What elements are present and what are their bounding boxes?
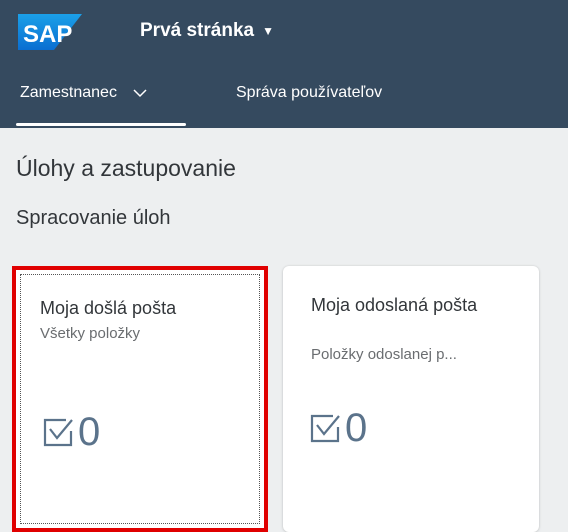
tile-value: 0 <box>345 406 368 450</box>
tile-inbox[interactable]: Moja došlá pošta Všetky položky 0 <box>12 266 268 532</box>
task-check-icon <box>43 418 73 447</box>
tab-label: Zamestnanec <box>20 84 117 101</box>
tab-bar: Zamestnanec Správa používateľov <box>0 62 568 128</box>
tile-title: Moja došlá pošta <box>40 298 177 318</box>
sap-logo-text: SAP <box>23 21 72 48</box>
tile-value: 0 <box>78 410 101 454</box>
page-title-menu[interactable]: Prvá stránka ▼ <box>140 20 274 42</box>
task-check-icon <box>310 414 340 443</box>
chevron-down-icon <box>133 89 147 98</box>
page-title: Prvá stránka <box>140 20 255 41</box>
tile-title: Moja odoslaná pošta <box>311 295 478 315</box>
tile-subtitle: Položky odoslanej p... <box>311 346 457 363</box>
tab-zamestnanec[interactable]: Zamestnanec <box>20 84 149 102</box>
tab-label: Správa používateľov <box>236 84 383 101</box>
sap-logo[interactable]: SAP <box>18 14 82 50</box>
caret-down-icon: ▼ <box>262 24 274 38</box>
selected-tab-indicator <box>16 123 186 126</box>
shell-header: SAP Prvá stránka ▼ <box>0 0 568 62</box>
tile-kpi: 0 <box>40 410 100 454</box>
tile-kpi: 0 <box>307 406 367 450</box>
section-title: Úlohy a zastupovanie <box>16 155 236 181</box>
tab-sprava-pouzivatelov[interactable]: Správa používateľov <box>236 84 382 102</box>
tile-sent[interactable]: Moja odoslaná pošta Položky odoslanej p.… <box>283 266 539 532</box>
group-title: Spracovanie úloh <box>16 207 171 229</box>
tile-subtitle: Všetky položky <box>40 325 141 342</box>
